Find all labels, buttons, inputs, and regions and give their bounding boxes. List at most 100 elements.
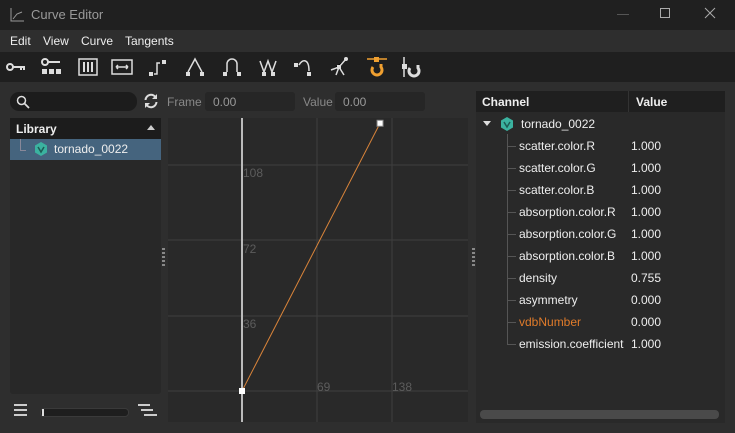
expand-down-icon[interactable]	[483, 121, 491, 127]
splitter-left[interactable]	[162, 248, 165, 266]
spline-tangent-icon[interactable]	[328, 55, 352, 79]
splitter-right[interactable]	[472, 248, 475, 266]
channel-header: Channel Value	[476, 91, 725, 112]
column-channel[interactable]: Channel	[482, 95, 529, 109]
curve-editor-icon	[10, 8, 24, 22]
zoom-slider[interactable]	[40, 408, 129, 417]
refresh-icon[interactable]	[143, 93, 159, 109]
channel-row[interactable]: asymmetry 0.000	[476, 289, 725, 311]
channel-value: 0.000	[631, 293, 662, 307]
channel-name: scatter.color.B	[519, 183, 595, 197]
smooth-tangent-icon[interactable]	[220, 55, 244, 79]
graph-canvas[interactable]	[168, 118, 468, 422]
channel-name: density	[519, 271, 558, 285]
channel-value: 0.755	[631, 271, 662, 285]
tree-line	[508, 256, 516, 257]
x-tick-label: 138	[392, 380, 413, 394]
channel-row[interactable]: absorption.color.R 1.000	[476, 201, 725, 223]
channel-value: 1.000	[631, 183, 662, 197]
channel-row[interactable]: absorption.color.G 1.000	[476, 223, 725, 245]
channel-value: 0.000	[631, 315, 662, 329]
y-tick-label: 72	[243, 242, 257, 256]
frame-label: Frame	[167, 95, 202, 109]
linear-tangent-icon[interactable]	[183, 55, 207, 79]
horizontal-scrollbar[interactable]	[480, 410, 719, 419]
library-item-label: tornado_0022	[54, 142, 129, 156]
value-label: Value	[303, 95, 333, 109]
column-value[interactable]: Value	[636, 95, 667, 109]
channel-name: vdbNumber	[519, 315, 582, 329]
channel-name: scatter.color.G	[519, 161, 596, 175]
menu-curve[interactable]: Curve	[81, 34, 113, 48]
channel-panel: Channel Value tornado_0022 scatter.color…	[476, 91, 725, 423]
curve-graph[interactable]: 108 72 36 69 138	[168, 118, 468, 422]
channel-value: 1.000	[631, 139, 662, 153]
broken-tangent-icon[interactable]	[256, 55, 280, 79]
vdb-icon	[501, 117, 513, 131]
key-icon[interactable]	[4, 55, 28, 79]
menu-view[interactable]: View	[43, 34, 69, 48]
channel-name: emission.coefficient	[519, 337, 624, 351]
tree-line	[508, 168, 516, 169]
hierarchy-icon[interactable]	[138, 404, 158, 416]
library-header[interactable]: Library	[10, 118, 161, 139]
search-icon	[16, 95, 30, 109]
menu-bar: Edit View Curve Tangents	[0, 30, 735, 52]
channel-row[interactable]: emission.coefficient 1.000	[476, 333, 725, 355]
list-icon[interactable]	[14, 404, 28, 416]
channel-row[interactable]: density 0.755	[476, 267, 725, 289]
slider-handle[interactable]	[42, 409, 44, 416]
tree-line	[508, 234, 516, 235]
magnet-snap-icon[interactable]	[365, 55, 389, 79]
channel-value: 1.000	[631, 227, 662, 241]
menu-tangents[interactable]: Tangents	[125, 34, 174, 48]
channel-row[interactable]: scatter.color.B 1.000	[476, 179, 725, 201]
channel-value: 1.000	[631, 337, 662, 351]
keyframe[interactable]	[376, 119, 384, 127]
menu-edit[interactable]: Edit	[10, 34, 31, 48]
x-tick-label: 69	[317, 380, 331, 394]
columns-icon[interactable]	[76, 55, 100, 79]
step-tangent-icon[interactable]	[146, 55, 170, 79]
curve-line[interactable]	[241, 123, 381, 392]
channel-row[interactable]: vdbNumber 0.000	[476, 311, 725, 333]
magnet-align-icon[interactable]	[400, 55, 424, 79]
channel-value: 1.000	[631, 249, 662, 263]
tree-line	[508, 322, 516, 323]
fit-horizontal-icon[interactable]	[110, 55, 134, 79]
y-tick-label: 108	[243, 166, 264, 180]
tree-root[interactable]: tornado_0022	[476, 113, 725, 135]
y-tick-label: 36	[243, 317, 257, 331]
flat-tangent-icon[interactable]	[292, 55, 316, 79]
close-button[interactable]	[704, 7, 716, 19]
toolbar	[0, 52, 735, 82]
keyframe[interactable]	[239, 388, 245, 394]
channel-row[interactable]: scatter.color.G 1.000	[476, 157, 725, 179]
channel-name: absorption.color.G	[519, 227, 617, 241]
channel-name: absorption.color.B	[519, 249, 616, 263]
tree-line	[508, 278, 516, 279]
library-item[interactable]: tornado_0022	[10, 139, 161, 160]
tree-line	[508, 146, 516, 147]
channel-name: scatter.color.R	[519, 139, 596, 153]
value-input[interactable]: 0.00	[335, 92, 425, 111]
vdb-icon	[35, 142, 47, 156]
maximize-button[interactable]	[660, 8, 670, 18]
tree-line	[508, 212, 516, 213]
tree-line	[508, 300, 516, 301]
channel-row[interactable]: scatter.color.R 1.000	[476, 135, 725, 157]
window-title: Curve Editor	[31, 7, 104, 22]
library-title: Library	[16, 122, 57, 136]
channel-row[interactable]: absorption.color.B 1.000	[476, 245, 725, 267]
frame-input[interactable]: 0.00	[205, 92, 295, 111]
channel-value: 1.000	[631, 205, 662, 219]
channel-name: asymmetry	[519, 293, 578, 307]
column-divider[interactable]	[628, 91, 629, 112]
channel-name: absorption.color.R	[519, 205, 616, 219]
library-panel: Library tornado_0022	[10, 118, 161, 394]
key-group-icon[interactable]	[39, 55, 63, 79]
search-input[interactable]	[10, 92, 137, 111]
minimize-button[interactable]	[617, 14, 629, 15]
title-bar: Curve Editor	[0, 0, 735, 30]
collapse-up-icon[interactable]	[147, 125, 155, 130]
